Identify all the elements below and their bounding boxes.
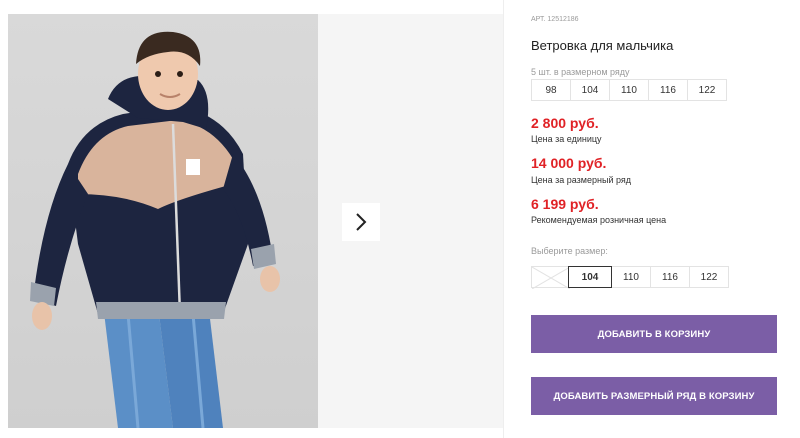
retail-price-label: Рекомендуемая розничная цена — [531, 215, 667, 225]
pack-price: 14 000 руб. — [531, 155, 607, 171]
pack-size-list: 98 104 110 116 122 — [531, 79, 727, 101]
product-gallery — [8, 14, 503, 428]
product-sku: АРТ. 12512186 — [531, 16, 579, 23]
size-option-110[interactable]: 110 — [611, 266, 651, 288]
size-option-122[interactable]: 122 — [689, 266, 729, 288]
size-option-116[interactable]: 116 — [650, 266, 690, 288]
add-to-cart-button[interactable]: ДОБАВИТЬ В КОРЗИНУ — [531, 315, 777, 353]
gallery-next-button[interactable] — [342, 203, 380, 241]
pack-size-cell: 104 — [570, 79, 610, 101]
pack-size-cell: 98 — [531, 79, 571, 101]
product-page: АРТ. 12512186 Ветровка для мальчика 5 шт… — [0, 0, 800, 438]
product-photo[interactable] — [8, 14, 318, 428]
pack-size-cell: 116 — [648, 79, 688, 101]
size-picker-label: Выберите размер: — [531, 246, 608, 256]
pack-size-cell: 122 — [687, 79, 727, 101]
pack-size-cell: 110 — [609, 79, 649, 101]
pack-price-label: Цена за размерный ряд — [531, 175, 632, 185]
crossed-out-icon — [532, 267, 570, 289]
retail-price: 6 199 руб. — [531, 196, 599, 212]
add-pack-to-cart-button[interactable]: ДОБАВИТЬ РАЗМЕРНЫЙ РЯД В КОРЗИНУ — [531, 377, 777, 415]
chevron-right-icon — [356, 213, 367, 231]
panel-divider — [503, 0, 504, 438]
unit-price: 2 800 руб. — [531, 115, 599, 131]
unit-price-label: Цена за единицу — [531, 134, 602, 144]
size-picker: 104 110 116 122 — [531, 266, 729, 289]
size-option-98-unavailable[interactable] — [531, 266, 570, 289]
size-option-104[interactable]: 104 — [568, 266, 612, 288]
pack-note: 5 шт. в размерном ряду — [531, 67, 630, 77]
product-title: Ветровка для мальчика — [531, 38, 674, 53]
